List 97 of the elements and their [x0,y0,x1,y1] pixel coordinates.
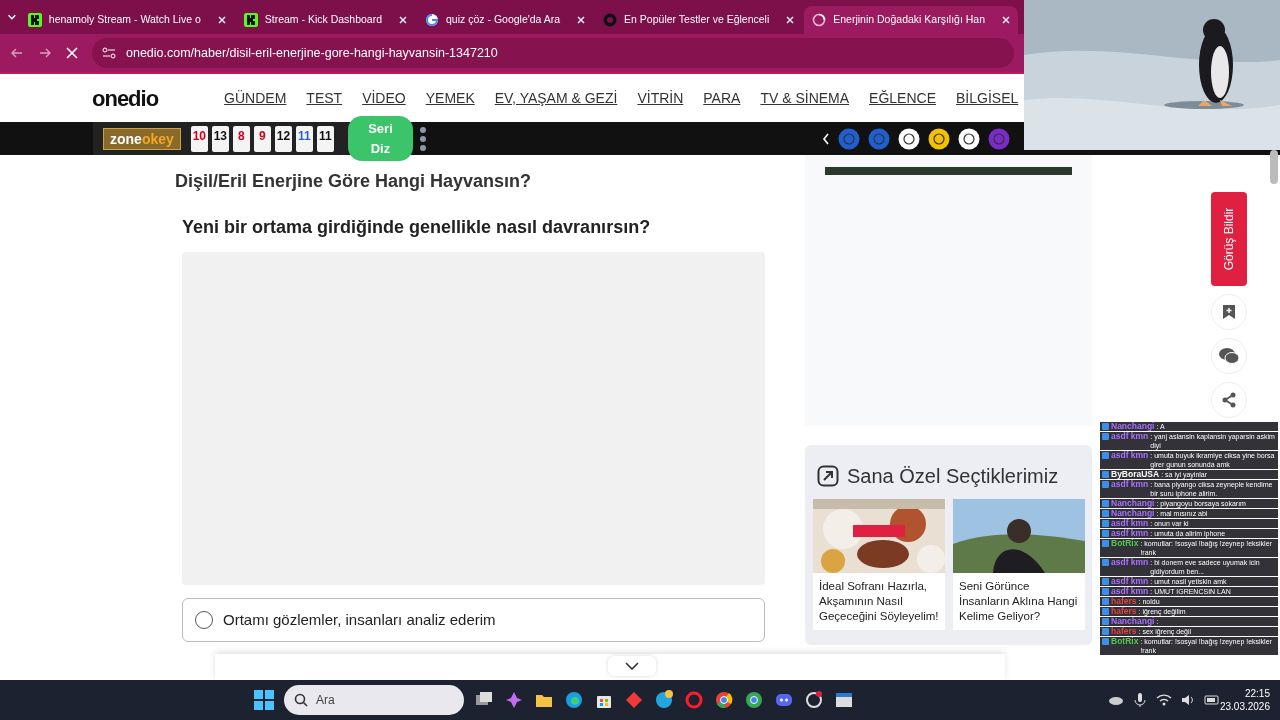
article-card-title[interactable]: İdeal Sofranı Hazırla, Akşamının Nasıl Geçeceğini Söyleyelim! [813,573,945,630]
back-icon[interactable] [10,46,24,60]
circle-logo-icon[interactable] [928,127,950,150]
window-icon[interactable] [833,690,854,710]
chat-username: asdf kmn [1111,529,1149,538]
badge-icon [1102,452,1109,459]
okey-tile: 11 [295,125,313,152]
stop-loading-icon[interactable] [66,47,78,59]
ring-icon[interactable] [683,690,704,710]
site-settings-icon[interactable] [102,47,116,59]
k-letter-icon [27,13,42,27]
address-bar[interactable]: onedio.com/haber/disil-eril-enerjine-gore-hangi-hayvansin-1347210 [92,38,1014,68]
clock-date: 23.03.2026 [1219,700,1270,714]
nav-link[interactable]: EĞLENCE [859,87,946,109]
chevron-down-icon [625,662,639,670]
article-card[interactable]: Seni Görünce İnsanların Aklına Hangi Kelime Geliyor? [953,499,1085,630]
chat-username: asdf kmn [1111,577,1149,586]
battery-icon[interactable] [1203,692,1220,708]
chat-username: Nanchangi [1111,617,1155,626]
nav-link[interactable]: TV & SİNEMA [750,87,860,109]
browser-tab[interactable]: Enerjinin Doğadaki Karşılığı Han [804,6,1018,34]
chat-username: hafers [1111,627,1137,636]
answer-label: Ortamı gözlemler, insanları analiz ederim [223,609,496,630]
microphone-icon[interactable] [1131,692,1148,708]
answer-option[interactable]: Ortamı gözlemler, insanları analiz ederim [182,598,765,643]
search-icon [293,693,308,707]
previous-icon[interactable] [822,132,830,145]
site-circle-icon [603,13,618,27]
chat-username: asdf kmn [1111,587,1149,596]
okey-tile: 12 [274,125,292,152]
okey-tile: 8 [232,125,250,152]
volume-icon[interactable] [1179,692,1196,708]
ad-brand-logo: zoneokey [103,127,181,150]
windows-logo-icon[interactable] [253,690,274,710]
circle-dot-icon[interactable] [803,690,824,710]
close-icon[interactable] [577,16,586,24]
okey-tile: 10 [190,125,208,152]
share-icon [1221,392,1237,408]
comments-button[interactable] [1211,338,1247,374]
article-card-title[interactable]: Seni Görünce İnsanların Aklına Hangi Kelime Geliyor? [953,573,1085,630]
clock-time: 22:15 [1243,686,1270,700]
nav-link[interactable]: TEST [296,87,353,109]
browser-tab[interactable]: En Popüler Testler ve Eğlenceli [595,6,803,34]
feedback-tab[interactable]: Görüş Bildir [1211,192,1247,286]
chat-username: asdf kmn [1111,519,1149,528]
badge-icon [1102,559,1109,566]
chat-username: ByBoraUSA [1111,470,1160,479]
chat-bubbles-icon [1218,347,1240,365]
share-button[interactable] [1211,382,1247,418]
wifi-icon[interactable] [1155,692,1172,708]
nav-link[interactable]: VİTRİN [627,87,694,109]
circle-logo-icon[interactable] [898,127,920,150]
chat-username: asdf kmn [1111,480,1149,489]
taskbar-search[interactable]: Ara [283,685,464,715]
nav-link[interactable]: GÜNDEM [214,87,297,109]
close-icon[interactable] [786,16,795,24]
chat-username: BotRix [1111,637,1139,646]
browser-tab[interactable]: henamoly Stream - Watch Live o [19,6,234,34]
okey-tile: 11 [316,125,334,152]
chat-username: asdf kmn [1111,558,1149,567]
k-letter-icon [243,13,258,27]
nav-link[interactable]: PARA [693,87,751,109]
chat-username: hafers [1111,597,1137,606]
chat-username: Nanchangi [1111,509,1155,518]
nav-link[interactable]: EV, YAŞAM & GEZİ [484,87,628,109]
question-text: Yeni bir ortama girdiğinde genellikle nasıl davranırsın? [182,216,652,239]
bookmark-icon [1222,304,1236,320]
chat-username: BotRix [1111,539,1139,548]
browser-tab[interactable]: quiz çöz - Google'da Ara [417,6,594,34]
recommendations-heading: Sana Özel Seçtiklerimiz [847,464,1059,489]
collapse-button[interactable] [608,656,656,676]
loading-spinner-icon [812,13,827,27]
site-logo[interactable]: onedio [92,81,159,115]
more-icon[interactable] [419,124,427,153]
browser-tab[interactable]: Stream - Kick Dashboard [235,6,416,34]
nav-link[interactable]: VİDEO [352,87,416,109]
circle-logo-icon[interactable] [958,127,980,150]
okey-tile: 9 [253,125,271,152]
chat-username: Nanchangi [1111,499,1155,508]
chat-username: Nanchangi [1111,422,1155,431]
close-icon[interactable] [399,16,408,24]
chat-username: hafers [1111,607,1137,616]
bookmark-button[interactable] [1211,294,1247,330]
chat-username: asdf kmn [1111,432,1149,441]
forward-icon[interactable] [38,46,52,60]
close-icon[interactable] [217,16,226,24]
article-title: Dişil/Eril Enerjine Göre Hangi Hayvansın? [175,171,533,193]
google-g-icon [425,13,440,27]
okey-tile: 13 [211,125,229,152]
article-card[interactable]: İdeal Sofranı Hazırla, Akşamının Nasıl Geçeceğini Söyleyelim! [813,499,945,630]
nav-link[interactable]: BİLGİSEL [946,87,1029,109]
chrome-icon[interactable] [713,690,734,710]
scrollbar-thumb[interactable] [1270,150,1278,184]
chrome-icon[interactable] [743,690,764,710]
close-icon[interactable] [1002,16,1010,24]
chat-username: asdf kmn [1111,451,1149,460]
nav-link[interactable]: YEMEK [415,87,485,109]
